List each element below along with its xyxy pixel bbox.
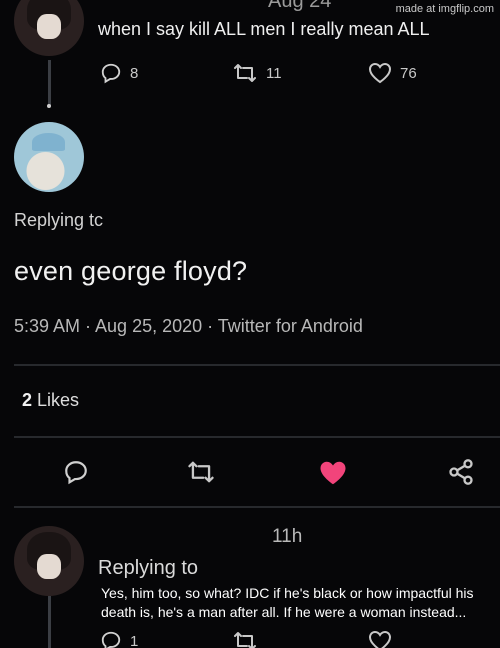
retweet-icon [188,461,214,483]
thread-connector-dot [47,104,51,108]
top-tweet-avatar[interactable] [14,0,84,56]
main-retweet-button[interactable] [185,458,217,486]
reply-icon [65,461,87,485]
main-tweet-text: even george floyd? [14,256,248,286]
top-tweet-like-button[interactable]: 76 [368,62,417,84]
top-tweet-like-count: 76 [400,64,417,82]
meme-caption: Yes, him too, so what? IDC if he's black… [101,585,474,620]
retweet-icon [234,64,256,82]
main-tweet-timestamp: 5:39 AM · Aug 25, 2020 · Twitter for And… [14,316,363,336]
heart-outline-icon [368,630,392,648]
reply-tweet-avatar[interactable] [14,526,84,596]
main-share-button[interactable] [445,457,477,487]
top-tweet-retweet-button[interactable]: 11 [232,62,282,84]
reply-tweet-reply-button[interactable]: 1 [100,630,138,648]
twitter-thread-screenshot: made at imgflip.com Aug 24 when I say ki… [0,0,500,648]
top-tweet-reply-count: 8 [130,64,139,82]
share-icon [449,459,473,485]
retweet-icon [234,632,256,648]
heart-outline-icon [368,62,392,84]
reply-tweet-reply-count: 1 [130,632,139,648]
divider [14,364,500,366]
divider [14,436,500,438]
heart-filled-icon [320,461,346,485]
reply-tweet-like-button[interactable] [368,630,392,648]
main-tweet-avatar[interactable] [14,122,84,192]
reply-icon [101,63,121,84]
reply-tweet-time: 11h [272,526,303,547]
main-like-button[interactable] [317,458,349,488]
reply-thread-line [48,596,51,648]
thread-connector-line [48,60,51,106]
imgflip-watermark: made at imgflip.com [395,3,494,15]
top-tweet-date: Aug 24 [268,0,332,12]
top-tweet-text: when I say kill ALL men I really mean AL… [98,19,430,39]
reply-icon [101,631,121,648]
main-tweet-likes[interactable]: 2 Likes [22,390,79,411]
main-tweet-replying-to[interactable]: Replying tc [14,210,103,231]
divider [14,506,500,508]
likes-count: 2 [22,390,33,410]
main-reply-button[interactable] [62,458,90,486]
reply-tweet-retweet-button[interactable] [232,630,258,648]
likes-label: Likes [32,390,80,410]
top-tweet-reply-button[interactable]: 8 [100,62,138,84]
reply-tweet-replying-to[interactable]: Replying to [98,557,198,580]
top-tweet-retweet-count: 11 [266,64,282,82]
